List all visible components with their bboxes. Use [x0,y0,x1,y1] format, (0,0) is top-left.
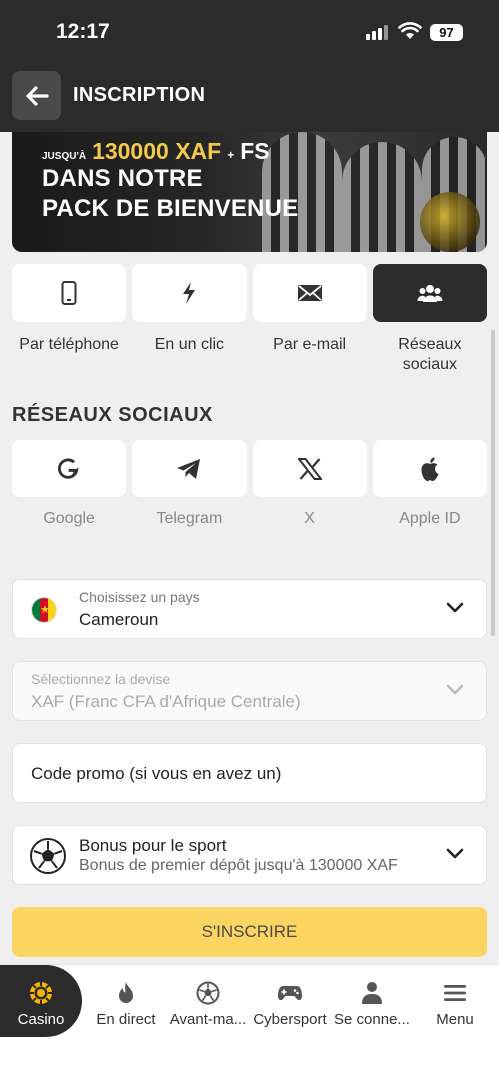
tab-one-click-box[interactable] [132,264,247,322]
tab-one-click-label: En un clic [154,336,225,353]
battery-indicator: 97 [430,24,463,41]
register-button[interactable]: S'INSCRIRE [12,907,487,957]
users-icon [417,285,443,302]
banner-player-image [262,132,342,252]
nav-login[interactable]: Se conne... [330,965,414,1037]
registration-method-tabs: Par téléphone En un clic Par e-mail Rése… [12,264,487,375]
bonus-title: Bonus pour le sport [79,836,227,855]
tab-email-label: Par e-mail [273,336,347,353]
chevron-down-icon [446,848,464,859]
hamburger-icon [444,985,466,1001]
tab-social-networks-box[interactable] [372,264,487,322]
tab-phone-box[interactable] [12,264,127,322]
cellular-signal-icon [366,24,388,40]
bonus-select[interactable]: Bonus pour le sport Bonus de premier dép… [12,825,487,885]
tab-social-networks-label: Réseaux sociaux [398,336,462,373]
tab-phone-label: Par téléphone [19,336,119,353]
bonus-subtitle: Bonus de premier dépôt jusqu'à 130000 XA… [79,857,398,874]
social-google-box[interactable] [12,440,127,497]
social-apple-id[interactable]: Apple ID [372,440,487,528]
apple-icon [421,456,439,481]
status-time: 12:17 [56,20,110,43]
casino-chip-icon [30,982,52,1004]
google-icon [58,457,79,479]
promo-code-placeholder: Code promo (si vous en avez un) [31,764,282,783]
status-bar: 12:17 97 [0,0,499,62]
banner-plus: + [227,148,235,162]
x-icon [297,457,322,480]
nav-live[interactable]: En direct [84,965,168,1037]
nav-casino-label: Casino [17,1011,65,1028]
chevron-down-icon [446,602,464,613]
arrow-left-icon [25,85,49,106]
social-login-options: Google Telegram X Apple ID [12,440,487,528]
nav-menu[interactable]: Menu [413,965,497,1037]
tab-email[interactable]: Par e-mail [252,264,367,375]
nav-prematch[interactable]: Avant-ma... [166,965,250,1037]
phone-icon [61,281,77,305]
user-icon [362,982,382,1004]
banner-player-image [342,142,422,252]
banner-fs: FS [240,138,270,164]
nav-cybersport-label: Cybersport [253,1011,327,1028]
nav-menu-label: Menu [436,1011,474,1028]
banner-ball-image [420,192,480,252]
envelope-icon [297,285,322,301]
tab-phone[interactable]: Par téléphone [12,264,127,375]
nav-prematch-label: Avant-ma... [169,1011,247,1028]
social-telegram[interactable]: Telegram [132,440,247,528]
wifi-icon [398,22,422,39]
banner-amount: 130000 XAF [92,138,222,164]
nav-login-label: Se conne... [334,1011,410,1028]
promo-banner[interactable]: JUSQU'À 130000 XAF + FS DANS NOTRE PACK … [12,132,487,252]
country-select[interactable]: ★ Choisissez un pays Cameroun [12,579,487,639]
social-google-label: Google [43,510,95,527]
banner-up-to: JUSQU'À [42,151,87,162]
currency-select-label: Sélectionnez la devise [31,671,171,687]
soccer-ball-icon [30,838,66,874]
page-title: INSCRIPTION [73,84,206,106]
tab-email-box[interactable] [252,264,367,322]
social-x-label: X [304,510,315,527]
cameroon-flag-icon: ★ [31,597,57,623]
tab-one-click[interactable]: En un clic [132,264,247,375]
bottom-navigation: Casino En direct Avant-ma... Cybersport … [0,964,499,1080]
social-apple-id-label: Apple ID [399,510,461,527]
nav-live-label: En direct [96,1011,156,1028]
telegram-icon [177,458,201,479]
country-select-value: Cameroun [79,610,159,629]
social-apple-id-box[interactable] [372,440,487,497]
flame-icon [119,982,133,1003]
banner-line-2: DANS NOTRE [42,165,203,192]
banner-line-3: PACK DE BIENVENUE [42,195,299,222]
gamepad-icon [278,986,302,1001]
tab-social-networks[interactable]: Réseaux sociaux [372,264,487,375]
soccer-ball-icon [196,981,220,1005]
chevron-down-icon [446,684,464,695]
nav-cybersport[interactable]: Cybersport [248,965,332,1037]
scrollbar[interactable] [491,330,495,636]
lightning-icon [183,282,196,304]
back-button[interactable] [12,71,61,120]
section-title: RÉSEAUX SOCIAUX [12,404,213,426]
currency-select-value: XAF (Franc CFA d'Afrique Centrale) [31,692,301,711]
social-x[interactable]: X [252,440,367,528]
promo-code-input[interactable]: Code promo (si vous en avez un) [12,743,487,803]
currency-select[interactable]: Sélectionnez la devise XAF (Franc CFA d'… [12,661,487,721]
social-google[interactable]: Google [12,440,127,528]
nav-casino[interactable]: Casino [0,965,82,1037]
country-select-label: Choisissez un pays [79,589,200,605]
top-header: INSCRIPTION [0,62,499,132]
social-x-box[interactable] [252,440,367,497]
social-telegram-label: Telegram [156,510,223,527]
social-telegram-box[interactable] [132,440,247,497]
